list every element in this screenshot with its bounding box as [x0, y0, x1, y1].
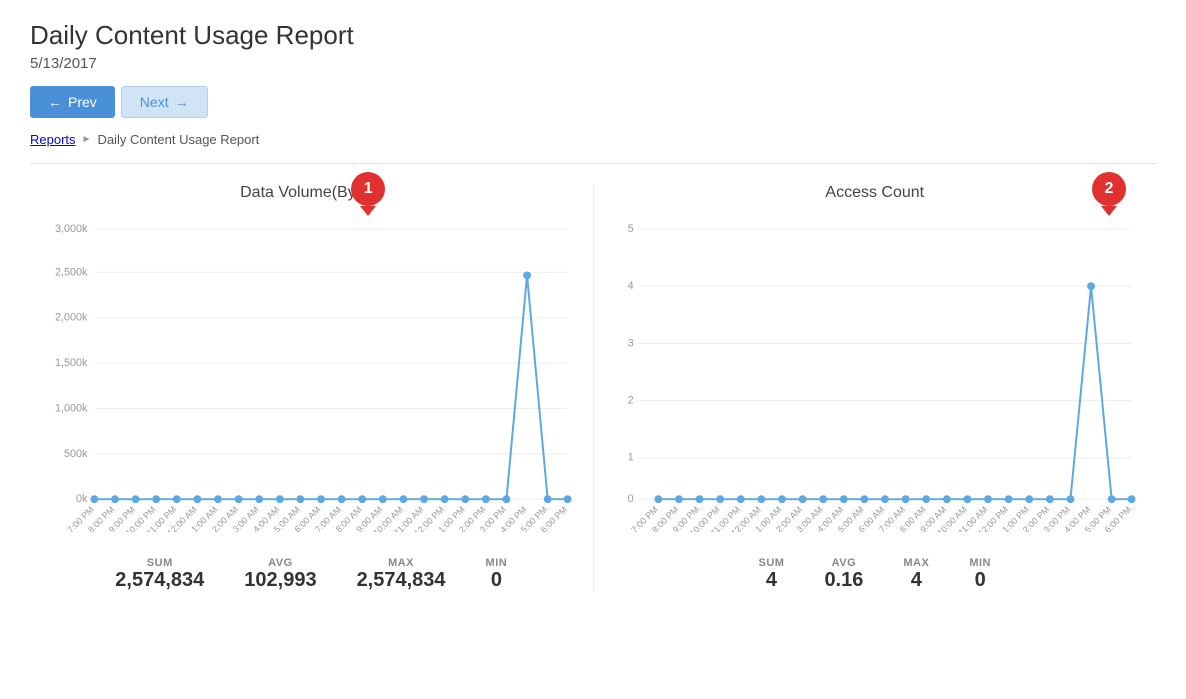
- svg-text:2: 2: [627, 395, 633, 407]
- chart2-sum-label: SUM: [758, 557, 784, 569]
- svg-text:5: 5: [627, 223, 633, 235]
- svg-text:4: 4: [627, 280, 633, 292]
- chart1-avg-label: AVG: [244, 557, 316, 569]
- chart1-min-value: 0: [486, 569, 508, 592]
- chart2-avg-value: 0.16: [824, 569, 863, 592]
- prev-label: Prev: [68, 94, 97, 110]
- chart1-stats: SUM 2,574,834 AVG 102,993 MAX 2,574,834 …: [50, 557, 573, 592]
- arrow-left-icon: ←: [48, 94, 62, 110]
- svg-text:1,500k: 1,500k: [55, 357, 88, 369]
- chart2-min-value: 0: [969, 569, 991, 592]
- svg-text:1,000k: 1,000k: [55, 402, 88, 414]
- nav-buttons: ← Prev Next →: [30, 86, 1156, 118]
- chart1-avg-value: 102,993: [244, 569, 316, 592]
- chart2-avg: AVG 0.16: [824, 557, 863, 592]
- svg-text:3: 3: [627, 337, 633, 349]
- chart1-avg: AVG 102,993: [244, 557, 316, 592]
- chart2-max-value: 4: [903, 569, 929, 592]
- chart1-sum-value: 2,574,834: [115, 569, 204, 592]
- prev-button[interactable]: ← Prev: [30, 86, 115, 118]
- breadcrumb-parent[interactable]: Reports: [30, 132, 76, 147]
- chart2-svg: 5 4 3 2 1 0: [614, 212, 1137, 532]
- chart2-stats: SUM 4 AVG 0.16 MAX 4 MIN 0: [614, 557, 1137, 592]
- svg-text:2,500k: 2,500k: [55, 266, 88, 278]
- charts-container: Data Volume(Bytes) 1 3,000k 2,500k 2,000…: [30, 184, 1156, 592]
- chart1-area: 1 3,000k 2,500k 2,000k 1,500k 1,000k 500…: [50, 212, 573, 537]
- next-button[interactable]: Next →: [121, 86, 208, 118]
- chart1-sum-label: SUM: [115, 557, 204, 569]
- chart1-min-label: MIN: [486, 557, 508, 569]
- chart2-max-label: MAX: [903, 557, 929, 569]
- chart2-title: Access Count: [614, 184, 1137, 202]
- svg-text:0: 0: [627, 493, 633, 505]
- chart2-max: MAX 4: [903, 557, 929, 592]
- breadcrumb-separator: ►: [82, 134, 92, 145]
- chart2-min-label: MIN: [969, 557, 991, 569]
- chart1-min: MIN 0: [486, 557, 508, 592]
- page-title: Daily Content Usage Report: [30, 20, 1156, 51]
- divider: [30, 163, 1156, 164]
- svg-text:2,000k: 2,000k: [55, 312, 88, 324]
- breadcrumb-current: Daily Content Usage Report: [97, 132, 259, 147]
- breadcrumb: Reports ► Daily Content Usage Report: [30, 132, 1156, 147]
- svg-text:500k: 500k: [64, 448, 88, 460]
- chart1-tooltip: 1: [351, 172, 385, 206]
- chart2-tooltip: 2: [1092, 172, 1126, 206]
- chart1-max-value: 2,574,834: [357, 569, 446, 592]
- chart2-avg-label: AVG: [824, 557, 863, 569]
- chart1-sum: SUM 2,574,834: [115, 557, 204, 592]
- chart2-sum: SUM 4: [758, 557, 784, 592]
- date-label: 5/13/2017: [30, 55, 1156, 72]
- chart2-min: MIN 0: [969, 557, 991, 592]
- svg-text:0k: 0k: [76, 493, 88, 505]
- chart1-title: Data Volume(Bytes): [50, 184, 573, 202]
- arrow-right-icon: →: [175, 94, 189, 110]
- chart-panel-access: Access Count 2 5 4 3 2 1 0: [593, 184, 1157, 592]
- svg-text:1: 1: [627, 452, 633, 464]
- chart1-svg: 3,000k 2,500k 2,000k 1,500k 1,000k 500k …: [50, 212, 573, 532]
- chart1-max: MAX 2,574,834: [357, 557, 446, 592]
- chart2-area: 2 5 4 3 2 1 0: [614, 212, 1137, 537]
- next-label: Next: [140, 94, 169, 110]
- svg-text:3,000k: 3,000k: [55, 223, 88, 235]
- chart1-max-label: MAX: [357, 557, 446, 569]
- chart-panel-volume: Data Volume(Bytes) 1 3,000k 2,500k 2,000…: [30, 184, 593, 592]
- chart2-sum-value: 4: [758, 569, 784, 592]
